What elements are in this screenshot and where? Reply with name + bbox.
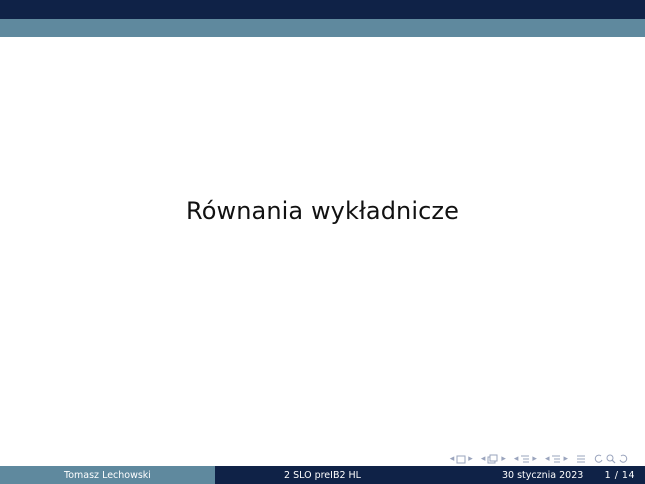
nav-left-arrow-icon[interactable]: ◂ xyxy=(450,454,455,464)
footer-date: 30 stycznia 2023 xyxy=(502,469,584,481)
nav-left-arrow-icon[interactable]: ◂ xyxy=(545,454,550,464)
nav-section-icon[interactable] xyxy=(520,454,530,464)
footer-date-cell: 30 stycznia 2023 1 / 14 xyxy=(430,466,645,484)
footer-author-cell: Tomasz Lechowski xyxy=(0,466,215,484)
header-bar-dark xyxy=(0,0,645,19)
nav-document-icon[interactable] xyxy=(551,454,561,464)
nav-right-arrow-icon[interactable]: ▸ xyxy=(501,454,506,464)
nav-outline-icon[interactable] xyxy=(576,454,586,464)
nav-search-icon[interactable] xyxy=(606,454,616,464)
nav-document-group[interactable]: ◂ ▸ xyxy=(545,454,568,464)
nav-left-arrow-icon[interactable]: ◂ xyxy=(481,454,486,464)
footer-course: 2 SLO preIB2 HL xyxy=(284,469,361,481)
nav-subsection-group[interactable]: ◂ ▸ xyxy=(481,454,506,464)
nav-search-group[interactable] xyxy=(594,454,628,464)
nav-forward-icon[interactable] xyxy=(618,454,628,464)
nav-right-arrow-icon[interactable]: ▸ xyxy=(532,454,537,464)
footer-author: Tomasz Lechowski xyxy=(64,469,151,481)
footer-bar: Tomasz Lechowski 2 SLO preIB2 HL 30 styc… xyxy=(0,466,645,484)
nav-right-arrow-icon[interactable]: ▸ xyxy=(468,454,473,464)
header-bar-light xyxy=(0,19,645,37)
footer-course-cell: 2 SLO preIB2 HL xyxy=(215,466,430,484)
beamer-navigation: ◂ ▸ ◂ ▸ ◂ ▸ ◂ ▸ xyxy=(450,452,633,466)
nav-section-group[interactable]: ◂ ▸ xyxy=(514,454,537,464)
nav-left-arrow-icon[interactable]: ◂ xyxy=(514,454,519,464)
nav-frame-icon[interactable] xyxy=(456,455,466,464)
nav-frame-group[interactable]: ◂ ▸ xyxy=(450,454,473,464)
nav-subsection-icon[interactable] xyxy=(487,454,499,464)
footer-page-number: 1 / 14 xyxy=(604,469,635,481)
slide-title: Równania wykładnicze xyxy=(186,197,459,225)
nav-right-arrow-icon[interactable]: ▸ xyxy=(563,454,568,464)
nav-outline-group[interactable] xyxy=(576,454,586,464)
nav-back-icon[interactable] xyxy=(594,454,604,464)
